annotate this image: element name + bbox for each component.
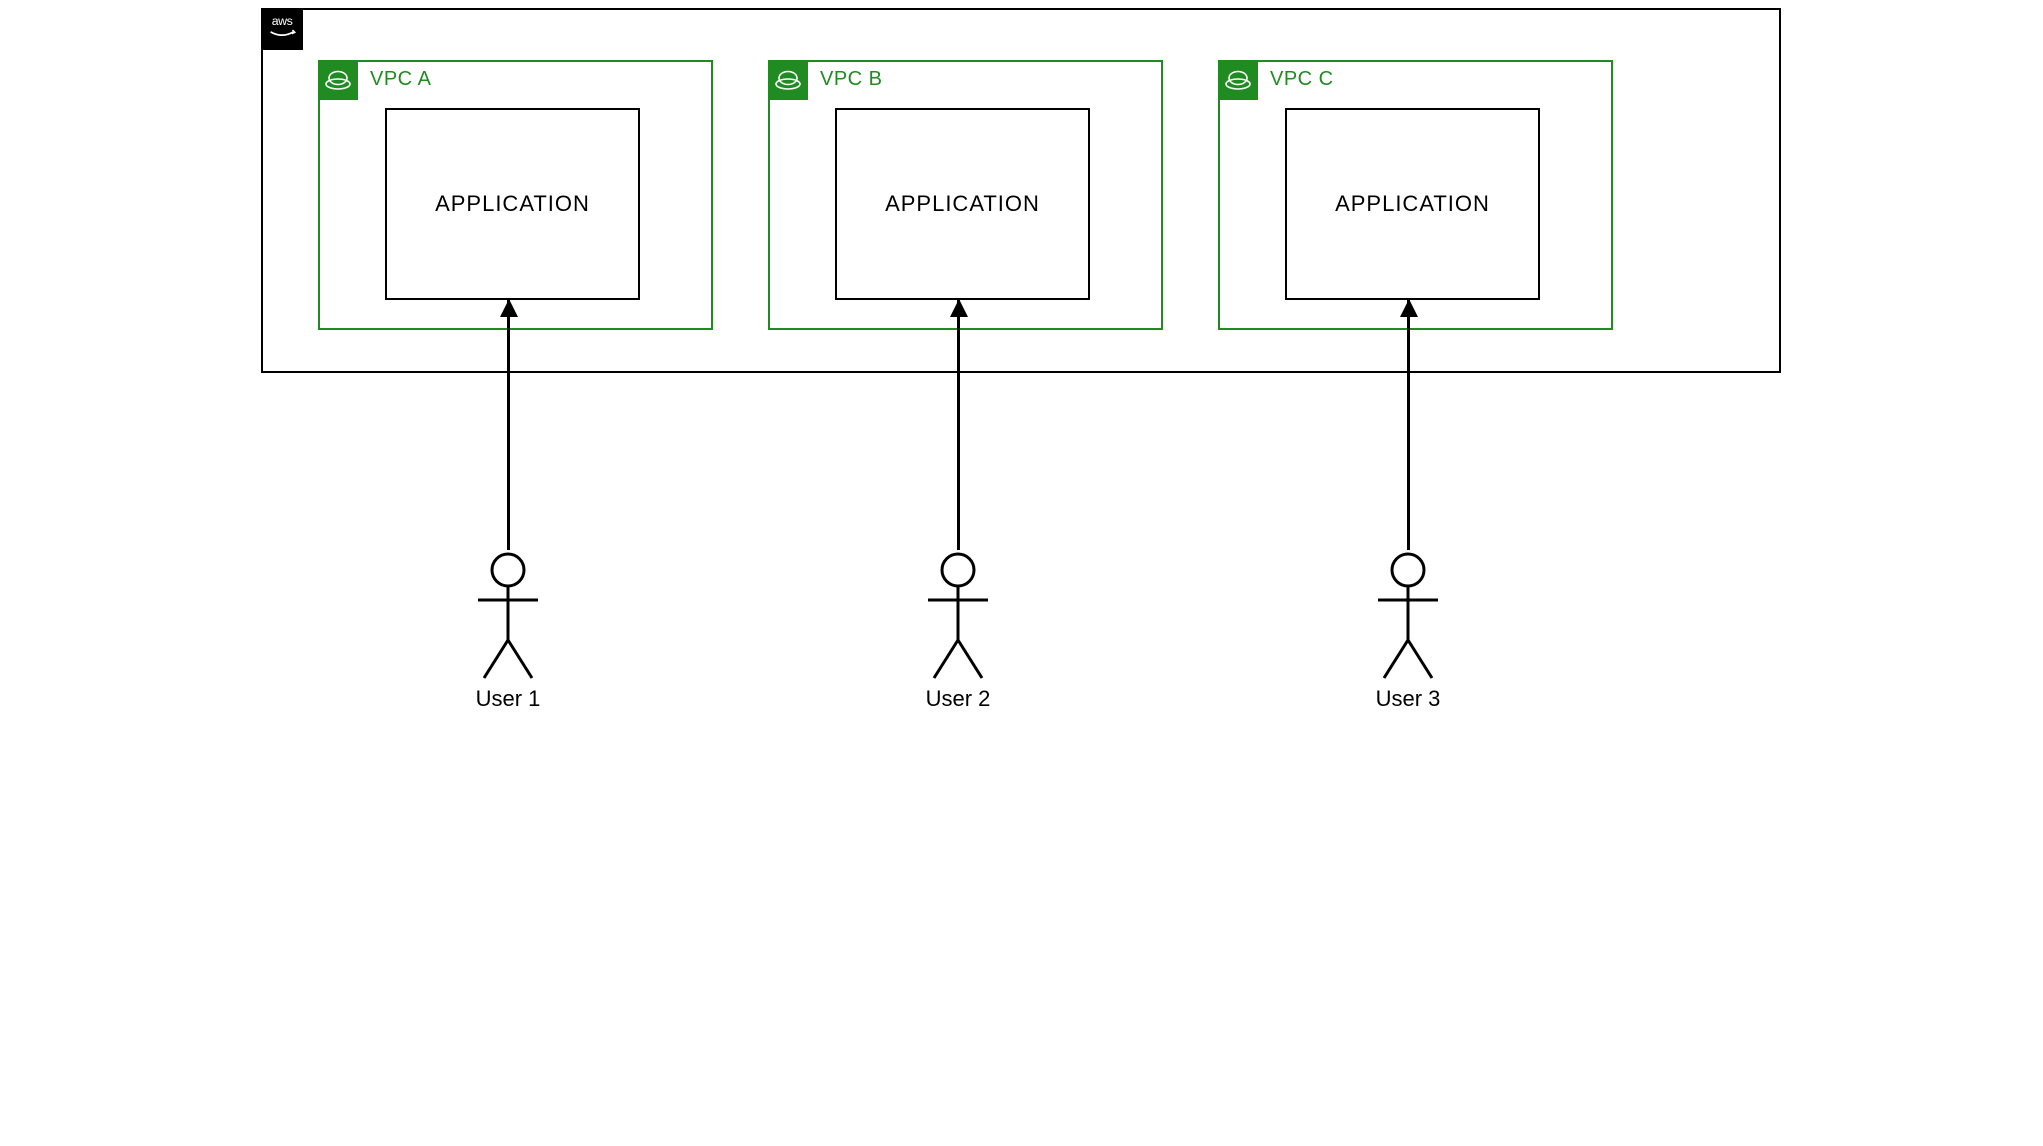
user-label: User 3	[1368, 686, 1448, 712]
vpc-title: VPC C	[1270, 68, 1334, 91]
vpc-b: VPC B APPLICATION	[768, 60, 1163, 330]
aws-logo-icon: aws	[261, 8, 303, 50]
arrow-user2-to-app	[957, 300, 960, 550]
aws-cloud-boundary: aws VPC A APPLICATION	[261, 8, 1781, 373]
user-3: User 3	[1368, 552, 1448, 712]
application-label: APPLICATION	[885, 191, 1040, 217]
user-icon	[1368, 552, 1448, 682]
user-icon	[468, 552, 548, 682]
vpc-icon	[768, 60, 808, 100]
arrow-user3-to-app	[1407, 300, 1410, 550]
vpc-c: VPC C APPLICATION	[1218, 60, 1613, 330]
application-box: APPLICATION	[835, 108, 1090, 300]
application-label: APPLICATION	[1335, 191, 1490, 217]
vpc-a: VPC A APPLICATION	[318, 60, 713, 330]
application-box: APPLICATION	[1285, 108, 1540, 300]
arrow-user1-to-app	[507, 300, 510, 550]
architecture-diagram: aws VPC A APPLICATION	[257, 0, 1786, 858]
user-label: User 1	[468, 686, 548, 712]
vpc-title: VPC B	[820, 68, 883, 91]
user-label: User 2	[918, 686, 998, 712]
vpc-icon	[1218, 60, 1258, 100]
user-1: User 1	[468, 552, 548, 712]
user-icon	[918, 552, 998, 682]
application-label: APPLICATION	[435, 191, 590, 217]
vpc-icon	[318, 60, 358, 100]
user-2: User 2	[918, 552, 998, 712]
svg-text:aws: aws	[272, 14, 293, 28]
application-box: APPLICATION	[385, 108, 640, 300]
vpc-title: VPC A	[370, 68, 431, 91]
